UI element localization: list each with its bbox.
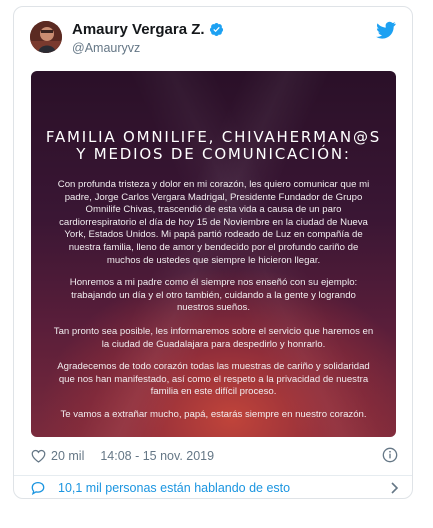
statement-paragraph-3: Tan pronto sea posible, les informaremos… [53,325,374,350]
heart-icon[interactable] [31,449,46,463]
statement-paragraph-4: Agradecemos de todo corazón todas las mu… [57,361,370,398]
verified-badge-icon [209,22,223,37]
author-names: Amaury Vergara Z. @Amauryvz [72,21,224,55]
statement-paragraph-1: Con profunda tristeza y dolor en mi cora… [57,179,370,266]
twitter-bird-icon[interactable] [376,21,396,39]
tweet-image[interactable]: FAMILIA OMNILIFE, CHIVAHERMAN@S Y MEDIOS… [31,71,396,437]
handle[interactable]: @Amauryvz [72,41,224,55]
tweet-timestamp[interactable]: 14:08 - 15 nov. 2019 [100,449,214,463]
tweet-meta: 20 mil 14:08 - 15 nov. 2019 [31,445,398,467]
statement-paragraph-5: Te vamos a extrañar mucho, papá, estarás… [60,408,367,420]
statement-paragraph-2: Honremos a mi padre como él siempre nos … [69,277,358,314]
info-icon[interactable] [382,447,398,463]
chevron-right-icon [391,482,399,494]
avatar-image [30,21,62,53]
tweet-card: Amaury Vergara Z. @Amauryvz FAMILIA OMNI… [13,6,413,499]
image-statement: Con profunda tristeza y dolor en mi cora… [53,179,374,432]
avatar[interactable] [30,21,62,53]
conversation-link[interactable]: 10,1 mil personas están hablando de esto [14,476,412,500]
like-count[interactable]: 20 mil [51,449,84,463]
image-title: FAMILIA OMNILIFE, CHIVAHERMAN@S Y MEDIOS… [31,129,396,163]
tweet-header: Amaury Vergara Z. @Amauryvz [30,19,400,65]
conversation-text: 10,1 mil personas están hablando de esto [58,481,291,495]
image-title-line-1: FAMILIA OMNILIFE, CHIVAHERMAN@S [45,128,382,146]
display-name[interactable]: Amaury Vergara Z. [72,21,205,38]
image-title-line-2: Y MEDIOS DE COMUNICACIÓN: [76,145,351,163]
chat-bubble-icon [31,481,45,495]
